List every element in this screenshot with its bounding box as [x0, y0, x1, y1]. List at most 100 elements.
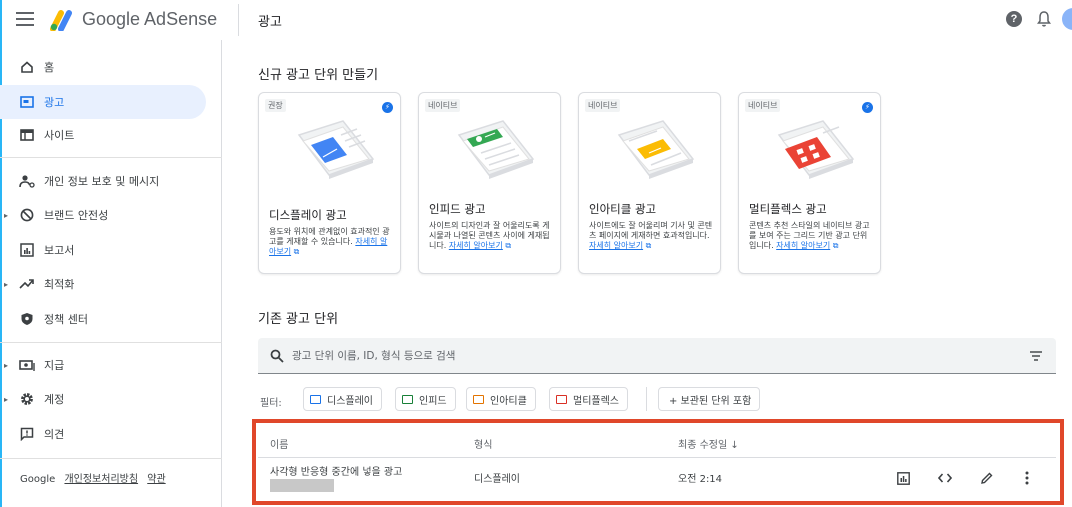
block-icon — [18, 206, 36, 224]
card-display-ads[interactable]: 권장 ⚡ 디스플레이 광고 용도와 위치에 관계없이 효과적인 광고를 게재할 … — [258, 92, 401, 274]
chip-label: 인피드 — [419, 395, 447, 407]
sidebar-item-label: 지급 — [44, 359, 65, 372]
card-tag: 권장 — [265, 99, 286, 112]
sidebar-item-account[interactable]: ▸ 계정 — [0, 382, 206, 416]
learn-more-link[interactable]: 자세히 알아보기 — [589, 241, 643, 250]
notifications-bell-icon[interactable] — [1036, 10, 1052, 28]
expand-caret-icon: ▸ — [4, 394, 9, 404]
card-desc-text: 사이트에도 잘 어울리며 기사 및 콘텐츠 페이지에 게재하면 효과적입니다. — [589, 221, 713, 240]
card-tag: 네이티브 — [745, 99, 781, 112]
display-ad-illustration-icon — [297, 120, 375, 179]
card-infeed-ads[interactable]: 네이티브 인피드 광고 사이트의 디자인과 잘 어울리도록 게시물과 나열된 콘… — [418, 92, 561, 274]
external-link-icon: ⧉ — [645, 241, 652, 250]
external-link-icon: ⧉ — [293, 247, 300, 256]
home-icon — [18, 58, 36, 76]
account-avatar[interactable] — [1062, 8, 1072, 30]
inarticle-format-icon — [473, 394, 484, 404]
card-description: 용도와 위치에 관계없이 효과적인 광고를 게재할 수 있습니다. 자세히 알아… — [269, 227, 393, 257]
report-icon[interactable] — [894, 469, 912, 487]
column-header-format[interactable]: 형식 — [474, 436, 492, 451]
ad-unit-search-bar — [258, 338, 1056, 374]
sidebar-item-reports[interactable]: 보고서 — [0, 233, 206, 267]
page-title: 광고 — [258, 15, 282, 30]
more-vert-icon[interactable] — [1018, 469, 1036, 487]
redacted-ad-unit-id — [270, 479, 334, 492]
create-section-title: 신규 광고 단위 만들기 — [258, 68, 379, 83]
ad-unit-modified: 오전 2:14 — [678, 474, 723, 485]
gear-icon — [18, 390, 36, 408]
sidebar-item-label: 의견 — [44, 428, 65, 441]
learn-more-link[interactable]: 자세히 알아보기 — [449, 241, 503, 250]
chip-label: 디스플레이 — [327, 395, 373, 407]
sidebar-item-label: 최적화 — [44, 278, 75, 291]
shield-icon — [18, 310, 36, 328]
sidebar-item-feedback[interactable]: 의견 — [0, 417, 206, 451]
ad-unit-format: 디스플레이 — [474, 474, 520, 485]
display-format-icon — [310, 394, 321, 404]
privacy-person-icon — [18, 172, 36, 190]
filter-chip-multiplex[interactable]: 멀티플렉스 — [549, 387, 628, 411]
card-title: 디스플레이 광고 — [269, 208, 347, 222]
filter-chip-infeed[interactable]: 인피드 — [395, 387, 456, 411]
search-icon — [270, 349, 284, 363]
topbar-divider — [238, 4, 239, 36]
sites-icon — [18, 126, 36, 144]
sidebar-item-home[interactable]: 홈 — [0, 50, 206, 84]
filter-list-icon[interactable] — [1030, 351, 1042, 361]
footer-google: Google — [20, 474, 56, 485]
card-description: 사이트에도 잘 어울리며 기사 및 콘텐츠 페이지에 게재하면 효과적입니다. … — [589, 221, 713, 251]
existing-section-title: 기존 광고 단위 — [258, 312, 339, 327]
card-title: 인피드 광고 — [429, 202, 486, 216]
include-archived-chip[interactable]: + 보관된 단위 포함 — [658, 387, 761, 411]
bolt-icon: ⚡ — [862, 102, 873, 113]
table-header: 이름 형식 최종 수정일 ↓ — [258, 428, 1056, 458]
sidebar-item-ads[interactable]: 광고 — [0, 85, 206, 119]
filter-chip-inarticle[interactable]: 인아티클 — [466, 387, 536, 411]
expand-caret-icon: ▸ — [4, 279, 9, 289]
sidebar-item-payments[interactable]: ▸ 지급 — [0, 348, 206, 382]
sidebar-item-optimization[interactable]: ▸ 최적화 — [0, 267, 206, 301]
sidebar-item-brand-safety[interactable]: ▸ 브랜드 안전성 — [0, 198, 206, 232]
card-title: 멀티플렉스 광고 — [749, 202, 827, 216]
help-icon[interactable]: ? — [1006, 11, 1022, 27]
filter-label: 필터: — [260, 398, 282, 409]
search-input[interactable] — [292, 346, 992, 366]
nav-divider — [0, 342, 222, 343]
ads-icon — [18, 93, 36, 111]
top-app-bar: Google AdSense 광고 ? — [0, 0, 1072, 40]
card-tag: 네이티브 — [585, 99, 621, 112]
card-description: 사이트의 디자인과 잘 어울리도록 게시물과 나열된 콘텐츠 사이에 게재됩니다… — [429, 221, 553, 251]
card-inarticle-ads[interactable]: 네이티브 인아티클 광고 사이트에도 잘 어울리며 기사 및 콘텐츠 페이지에 … — [578, 92, 721, 274]
brand-name[interactable]: Google AdSense — [82, 9, 217, 30]
infeed-format-icon — [402, 394, 413, 404]
card-multiplex-ads[interactable]: 네이티브 ⚡ 멀티플렉스 광고 콘텐츠 추천 스타일의 네이티브 광고를 보여 … — [738, 92, 881, 274]
card-title: 인아티클 광고 — [589, 202, 657, 216]
column-header-name[interactable]: 이름 — [270, 436, 288, 451]
sidebar-item-label: 개인 정보 보호 및 메시지 — [44, 175, 160, 188]
filter-chip-display[interactable]: 디스플레이 — [303, 387, 382, 411]
chip-separator — [646, 387, 647, 411]
card-description: 콘텐츠 추천 스타일의 네이티브 광고를 보여 주는 그리드 기반 광고 단위입… — [749, 221, 873, 251]
privacy-policy-link[interactable]: 개인정보처리방침 — [64, 474, 138, 485]
sidebar-item-label: 보고서 — [44, 244, 75, 257]
get-code-icon[interactable] — [936, 469, 954, 487]
terms-link[interactable]: 약관 — [147, 474, 165, 485]
column-header-last-modified[interactable]: 최종 수정일 ↓ — [678, 436, 739, 451]
learn-more-link[interactable]: 자세히 알아보기 — [776, 241, 830, 250]
edit-pencil-icon[interactable] — [978, 469, 996, 487]
sidebar-item-sites[interactable]: 사이트 — [0, 118, 206, 152]
expand-caret-icon: ▸ — [4, 360, 9, 370]
multiplex-ad-illustration-icon — [777, 120, 855, 179]
sidebar-item-policy-center[interactable]: 정책 센터 — [0, 302, 206, 336]
table-row[interactable]: 사각형 반응형 중간에 넣을 광고 디스플레이 오전 2:14 — [258, 459, 1056, 497]
ad-unit-name[interactable]: 사각형 반응형 중간에 넣을 광고 — [270, 463, 402, 478]
sidebar-item-privacy[interactable]: 개인 정보 보호 및 메시지 — [0, 164, 206, 198]
nav-divider — [0, 157, 222, 158]
sidebar-item-label: 사이트 — [44, 129, 75, 142]
external-link-icon: ⧉ — [832, 241, 839, 250]
sidebar-footer: Google 개인정보처리방침 약관 — [20, 470, 166, 485]
menu-icon[interactable] — [16, 12, 34, 26]
infeed-ad-illustration-icon — [457, 120, 535, 179]
adsense-logo-icon — [50, 10, 72, 31]
multiplex-format-icon — [556, 394, 567, 404]
